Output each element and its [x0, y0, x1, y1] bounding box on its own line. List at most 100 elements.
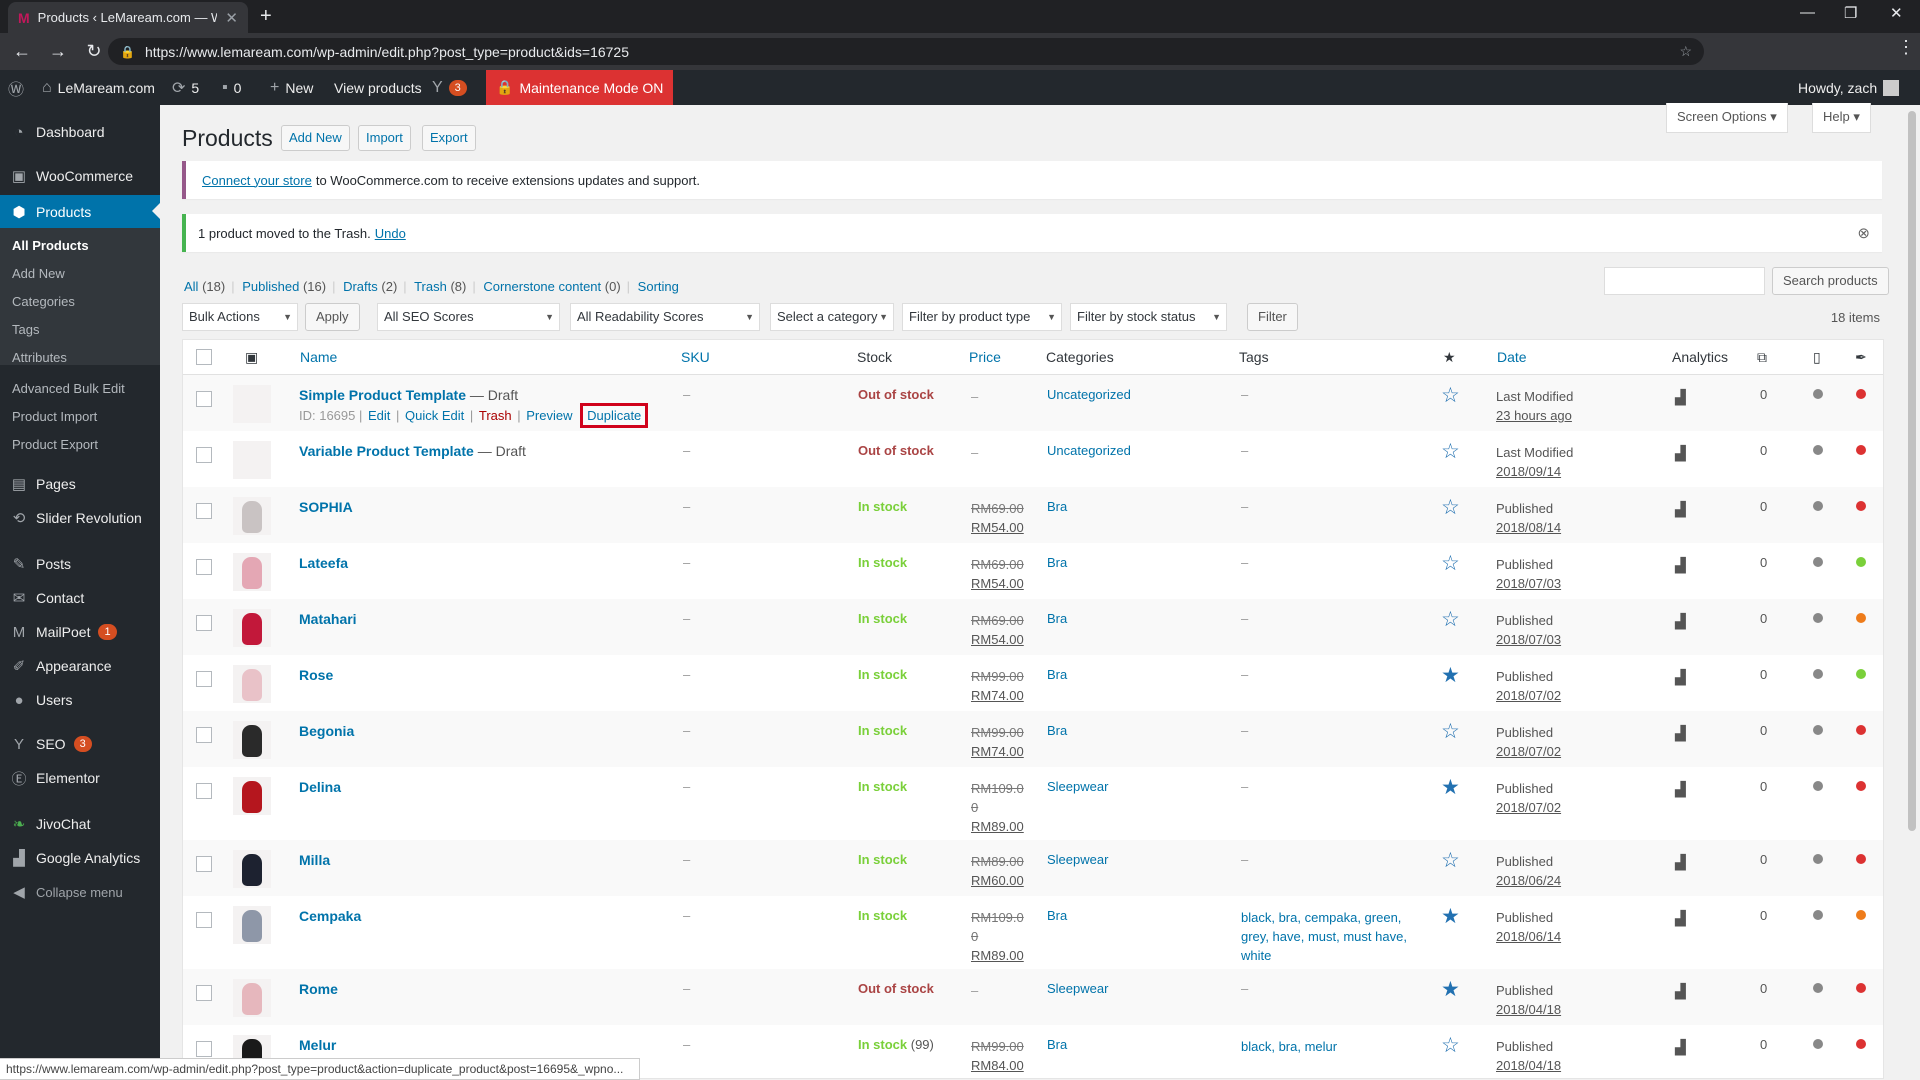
sidebar-item-woocommerce[interactable]: ▣ WooCommerce — [0, 161, 160, 191]
row-checkbox[interactable] — [196, 1041, 212, 1057]
featured-star-icon[interactable]: ★ — [1441, 979, 1460, 1000]
product-thumbnail[interactable] — [233, 609, 271, 647]
tags-cell[interactable]: black, bra, melur — [1241, 1037, 1411, 1056]
category-link[interactable]: Bra — [1047, 667, 1067, 682]
trash-link[interactable]: Trash — [479, 408, 512, 423]
sidebar-item-contact[interactable]: ✉ Contact — [0, 583, 160, 613]
new-content-link[interactable]: + New — [270, 70, 313, 105]
featured-column-icon[interactable]: ★ — [1443, 340, 1456, 374]
product-thumbnail[interactable] — [233, 906, 271, 944]
submenu-tags[interactable]: Tags — [12, 322, 39, 337]
category-link[interactable]: Uncategorized — [1047, 443, 1131, 458]
readability-scores-select[interactable]: All Readability Scores — [570, 303, 760, 331]
sidebar-item-posts[interactable]: ✎ Posts — [0, 549, 160, 579]
view-published[interactable]: Published (16) — [242, 279, 326, 294]
browser-tab[interactable]: M Products ‹ LeMaream.com — Wo ✕ — [8, 2, 248, 33]
close-window-icon[interactable]: ✕ — [1890, 4, 1903, 22]
submenu-add-new[interactable]: Add New — [12, 266, 65, 281]
product-type-select[interactable]: Filter by product type — [902, 303, 1062, 331]
new-tab-icon[interactable]: + — [260, 5, 272, 28]
analytics-chart-icon[interactable]: ▟ — [1675, 557, 1686, 574]
category-link[interactable]: Uncategorized — [1047, 387, 1131, 402]
featured-star-icon[interactable]: ☆ — [1441, 1035, 1460, 1056]
category-link[interactable]: Bra — [1047, 555, 1067, 570]
product-name-link[interactable]: Milla — [299, 852, 330, 868]
row-checkbox[interactable] — [196, 503, 212, 519]
stock-status-select[interactable]: Filter by stock status — [1070, 303, 1227, 331]
duplicate-link[interactable]: Duplicate — [580, 403, 649, 428]
product-name-link[interactable]: Begonia — [299, 723, 354, 739]
featured-star-icon[interactable]: ☆ — [1441, 385, 1460, 406]
forward-icon[interactable]: → — [44, 41, 72, 62]
featured-star-icon[interactable]: ☆ — [1441, 441, 1460, 462]
quick-edit-link[interactable]: Quick Edit — [405, 408, 464, 423]
product-name-link[interactable]: Delina — [299, 779, 341, 795]
product-name-link[interactable]: SOPHIA — [299, 499, 353, 515]
featured-star-icon[interactable]: ☆ — [1441, 721, 1460, 742]
comments-link[interactable]: ▪ 0 — [222, 70, 241, 105]
analytics-chart-icon[interactable]: ▟ — [1675, 613, 1686, 630]
row-checkbox[interactable] — [196, 856, 212, 872]
screen-options-button[interactable]: Screen Options ▾ — [1666, 103, 1788, 133]
featured-star-icon[interactable]: ☆ — [1441, 850, 1460, 871]
scrollbar-thumb[interactable] — [1908, 111, 1916, 831]
product-name-link[interactable]: Melur — [299, 1037, 336, 1053]
sidebar-item-dashboard[interactable]: ◔ Dashboard — [0, 117, 160, 147]
featured-star-icon[interactable]: ★ — [1441, 906, 1460, 927]
sidebar-item-mailpoet[interactable]: M MailPoet 1 — [0, 617, 160, 647]
filter-button[interactable]: Filter — [1247, 303, 1298, 331]
analytics-chart-icon[interactable]: ▟ — [1675, 983, 1686, 1000]
browser-menu-icon[interactable]: ⋮ — [1892, 37, 1920, 58]
product-thumbnail[interactable] — [233, 777, 271, 815]
sidebar-item-seo[interactable]: Y SEO 3 — [0, 729, 160, 759]
site-name-link[interactable]: ⌂ LeMaream.com — [42, 70, 155, 105]
sidebar-item-appearance[interactable]: ✐ Appearance — [0, 651, 160, 681]
product-name-link[interactable]: Lateefa — [299, 555, 348, 571]
page-scrollbar[interactable] — [1904, 105, 1920, 1080]
sidebar-item-jivochat[interactable]: ❧ JivoChat — [0, 809, 160, 839]
submenu-advanced-bulk-edit[interactable]: Advanced Bulk Edit — [12, 381, 125, 396]
category-link[interactable]: Bra — [1047, 499, 1067, 514]
product-name-link[interactable]: Rome — [299, 981, 338, 997]
column-name[interactable]: Name — [300, 340, 337, 374]
featured-star-icon[interactable]: ☆ — [1441, 609, 1460, 630]
product-thumbnail[interactable] — [233, 441, 271, 479]
featured-star-icon[interactable]: ☆ — [1441, 553, 1460, 574]
product-thumbnail[interactable] — [233, 497, 271, 535]
sidebar-item-google-analytics[interactable]: ▟ Google Analytics — [0, 843, 160, 873]
category-link[interactable]: Bra — [1047, 723, 1067, 738]
row-checkbox[interactable] — [196, 727, 212, 743]
dismiss-icon[interactable]: ⊗ — [1857, 224, 1870, 242]
view-cornerstone[interactable]: Cornerstone content (0) — [483, 279, 620, 294]
category-link[interactable]: Bra — [1047, 1037, 1067, 1052]
sidebar-item-pages[interactable]: ▤ Pages — [0, 469, 160, 499]
seo-scores-select[interactable]: All SEO Scores — [377, 303, 560, 331]
category-link[interactable]: Sleepwear — [1047, 779, 1108, 794]
row-checkbox[interactable] — [196, 447, 212, 463]
sidebar-item-slider-revolution[interactable]: ⟲ Slider Revolution — [0, 503, 160, 533]
product-name-link[interactable]: Simple Product Template — Draft — [299, 387, 518, 403]
connect-store-link[interactable]: Connect your store — [202, 173, 312, 188]
featured-star-icon[interactable]: ☆ — [1441, 497, 1460, 518]
analytics-chart-icon[interactable]: ▟ — [1675, 669, 1686, 686]
reload-icon[interactable]: ↻ — [80, 41, 108, 62]
view-sorting[interactable]: Sorting — [638, 279, 679, 294]
export-button[interactable]: Export — [422, 125, 476, 151]
submenu-all-products[interactable]: All Products — [12, 238, 89, 253]
product-thumbnail[interactable] — [233, 553, 271, 591]
product-name-link[interactable]: Variable Product Template — Draft — [299, 443, 526, 459]
column-price[interactable]: Price — [969, 340, 1001, 374]
category-link[interactable]: Bra — [1047, 908, 1067, 923]
back-icon[interactable]: ← — [8, 41, 36, 62]
view-trash[interactable]: Trash (8) — [414, 279, 466, 294]
wordpress-logo-icon[interactable]: Ⓦ — [8, 70, 24, 105]
product-name-link[interactable]: Matahari — [299, 611, 357, 627]
row-checkbox[interactable] — [196, 615, 212, 631]
import-button[interactable]: Import — [358, 125, 411, 151]
bookmark-star-icon[interactable]: ☆ — [1679, 43, 1692, 60]
analytics-chart-icon[interactable]: ▟ — [1675, 389, 1686, 406]
product-thumbnail[interactable] — [233, 721, 271, 759]
bulk-actions-select[interactable]: Bulk Actions — [182, 303, 298, 331]
apply-button[interactable]: Apply — [305, 303, 360, 331]
column-sku[interactable]: SKU — [681, 340, 710, 374]
